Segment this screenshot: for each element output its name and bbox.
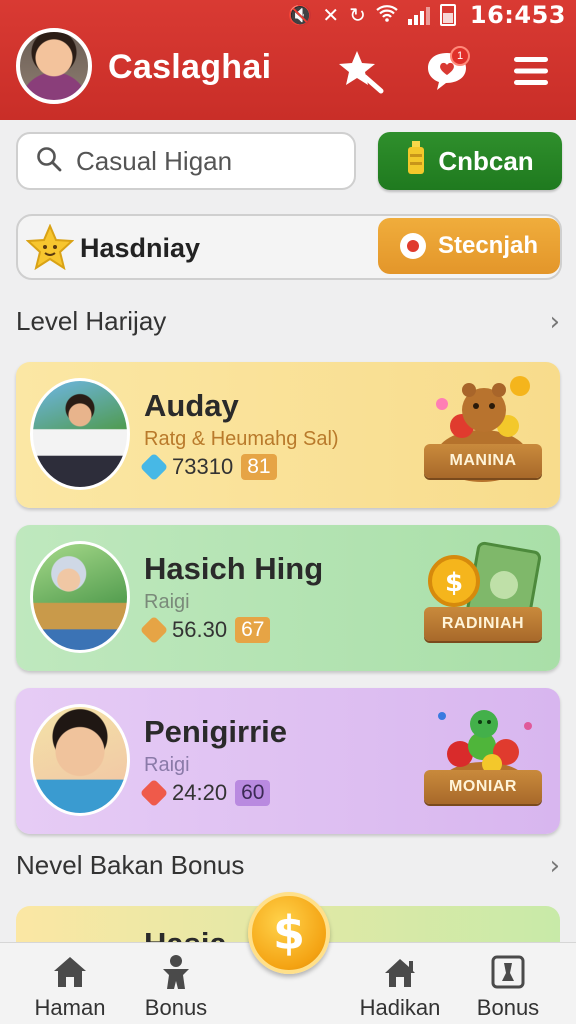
card-stats: 73310 81	[139, 452, 277, 482]
reward-card[interactable]: Auday Ratg & Heumahg Sal) 73310 81 MANIN…	[16, 362, 560, 508]
prize-label: MANINA	[424, 444, 542, 478]
card-title: Hasich Hing	[144, 551, 324, 586]
bottle-icon	[406, 140, 426, 183]
gem-icon	[139, 615, 169, 645]
nav-home[interactable]: Haman	[20, 953, 120, 1021]
search-action-label: Cnbcan	[438, 145, 534, 176]
gem-icon	[139, 778, 169, 808]
nav-bonus[interactable]: Bonus	[126, 953, 226, 1021]
app-header: 🔇 ✕ ↻ 16:453 Caslaghai 1	[0, 0, 576, 120]
home-icon	[20, 953, 120, 991]
nav-bonus-2[interactable]: Bonus	[458, 953, 558, 1021]
gem-icon	[139, 452, 169, 482]
card-tag: 81	[241, 454, 277, 480]
card-stats: 56.30 67	[139, 615, 271, 645]
card-value: 24:20	[172, 780, 228, 805]
notification-badge: 1	[450, 46, 470, 66]
holiday-label: Hasdniay	[80, 233, 201, 263]
app-title: Caslaghai	[108, 48, 272, 86]
holiday-action-label: Stecnjah	[437, 232, 539, 259]
nav-hadikan[interactable]: Hadikan	[350, 953, 450, 1021]
card-photo	[30, 541, 130, 653]
section-header-level[interactable]: Level Harijay ›	[16, 306, 560, 337]
battery-icon	[439, 4, 456, 26]
card-title: Auday	[144, 388, 239, 423]
messages-button[interactable]: 1	[422, 46, 472, 96]
svg-text:$: $	[445, 568, 463, 598]
nav-label: Bonus	[144, 995, 208, 1020]
prize-fruit-icon: MONIAR	[412, 696, 552, 826]
star-icon	[25, 223, 75, 275]
person-icon	[126, 953, 226, 991]
card-subtitle: Raigi	[144, 591, 190, 613]
card-value: 56.30	[172, 617, 228, 642]
menu-button[interactable]	[506, 46, 556, 96]
card-tag: 67	[235, 617, 271, 643]
chess-icon	[458, 953, 558, 991]
reward-card[interactable]: Hasich Hing Raigi 56.30 67 $ RADINIAH	[16, 525, 560, 671]
star-wand-icon	[337, 47, 385, 95]
search-icon	[36, 146, 62, 177]
card-title: Penigirrie	[144, 714, 287, 749]
search-action-button[interactable]: Cnbcan	[378, 132, 562, 190]
card-value: 73310	[172, 454, 234, 479]
search-box[interactable]	[16, 132, 356, 190]
signal-icon	[407, 5, 430, 25]
no-sim-icon: ✕	[322, 3, 340, 27]
section-title: Level Harijay	[16, 306, 167, 336]
card-tag: 60	[235, 780, 271, 806]
prize-label: RADINIAH	[424, 607, 542, 641]
reward-card[interactable]: Penigirrie Raigi 24:20 60 MONIAR	[16, 688, 560, 834]
profile-avatar[interactable]	[16, 28, 92, 104]
status-bar: 🔇 ✕ ↻ 16:453	[287, 1, 566, 29]
section-title: Nevel Bakan Bonus	[16, 850, 245, 880]
section-header-bonus[interactable]: Nevel Bakan Bonus ›	[16, 850, 560, 881]
wifi-icon	[376, 4, 398, 26]
chevron-right-icon: ›	[549, 306, 560, 337]
card-subtitle: Raigi	[144, 754, 190, 776]
status-time: 16:453	[469, 1, 566, 29]
card-stats: 24:20 60	[139, 778, 271, 808]
target-icon	[399, 233, 426, 259]
prize-basket-icon: MANINA	[412, 370, 552, 500]
prize-label: MONIAR	[424, 770, 542, 804]
nav-label: Hadikan	[359, 995, 441, 1020]
search-input[interactable]	[76, 145, 336, 177]
menu-icon	[512, 54, 550, 88]
dollar-coin-icon[interactable]: $	[248, 892, 330, 974]
card-photo	[30, 704, 130, 816]
card-photo	[30, 378, 130, 490]
card-subtitle: Ratg & Heumahg Sal)	[144, 428, 339, 450]
sync-icon: ↻	[349, 3, 366, 27]
nav-label: Haman	[34, 995, 106, 1020]
nav-label: Bonus	[476, 995, 540, 1020]
house-icon	[350, 953, 450, 991]
favorites-button[interactable]	[336, 46, 386, 96]
chevron-right-icon: ›	[549, 850, 560, 881]
mute-icon: 🔇	[287, 3, 313, 27]
holiday-action-button[interactable]: Stecnjah	[378, 218, 560, 274]
prize-money-icon: $ RADINIAH	[412, 533, 552, 663]
